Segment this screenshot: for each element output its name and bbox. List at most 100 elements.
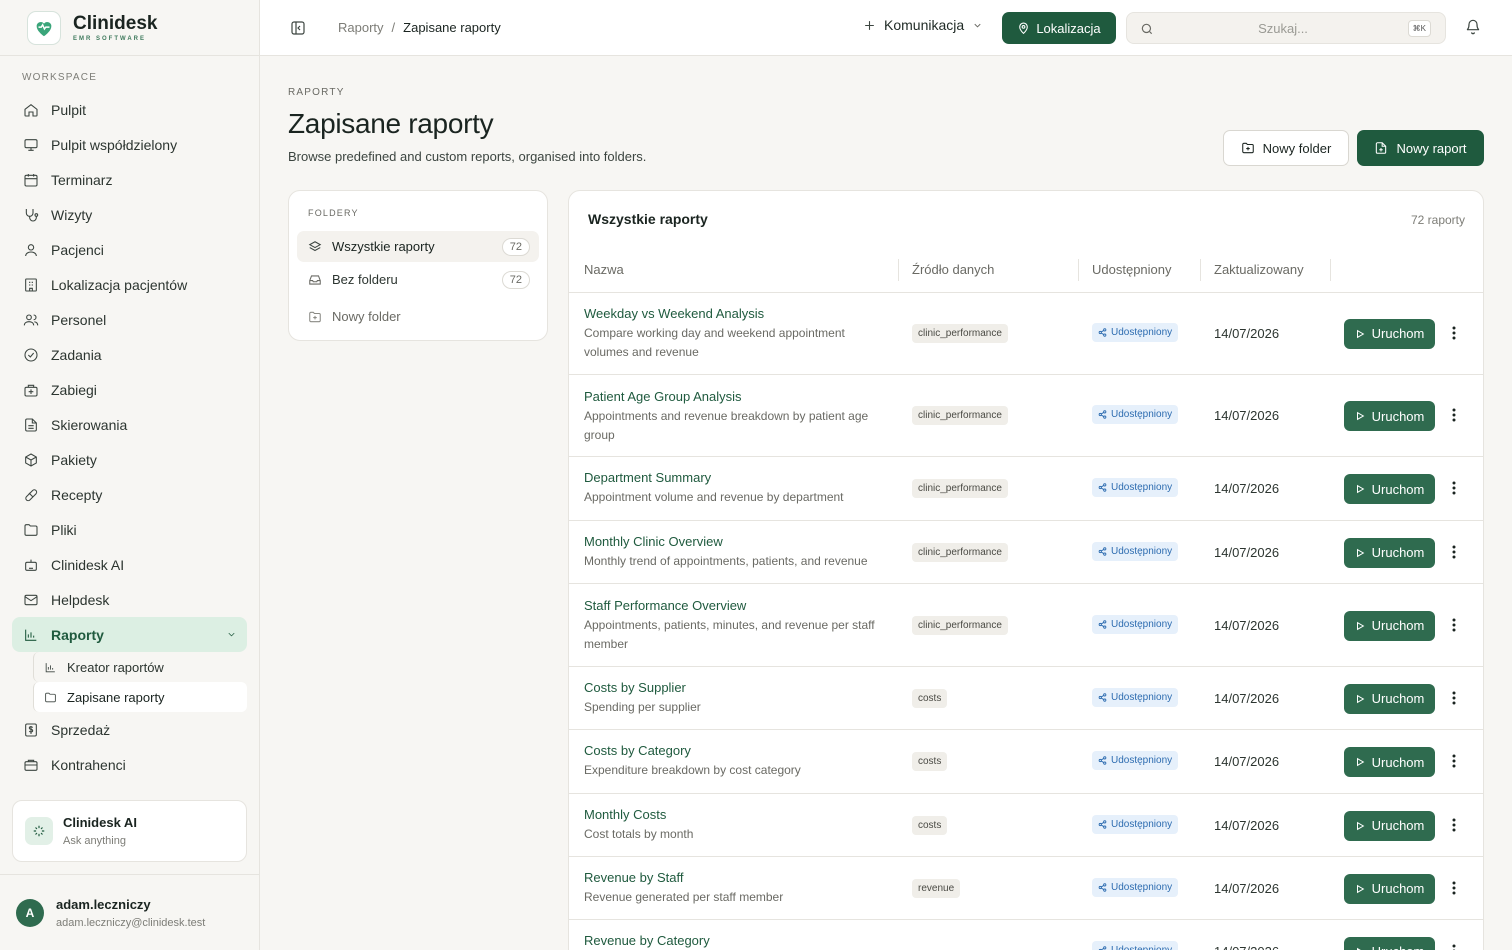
report-name[interactable]: Department Summary bbox=[584, 470, 711, 485]
run-report-button[interactable]: Uruchom bbox=[1344, 318, 1435, 349]
run-report-button[interactable]: Uruchom bbox=[1344, 810, 1435, 841]
breadcrumb-parent[interactable]: Raporty bbox=[338, 20, 384, 35]
sidebar-item-pacjenci[interactable]: Pacjenci bbox=[12, 232, 247, 267]
run-label: Uruchom bbox=[1371, 881, 1425, 896]
report-name[interactable]: Weekday vs Weekend Analysis bbox=[584, 306, 764, 321]
run-report-button[interactable]: Uruchom bbox=[1344, 537, 1435, 568]
table-row[interactable]: Monthly Costs Cost totals by month costs… bbox=[569, 794, 1483, 857]
more-vertical-icon[interactable] bbox=[1447, 943, 1461, 950]
sidebar-item-pulpit[interactable]: Pulpit bbox=[12, 92, 247, 127]
sidebar-subitem-report-builder[interactable]: Kreator raportów bbox=[33, 652, 247, 682]
communication-menu[interactable]: Komunikacja bbox=[863, 17, 983, 33]
more-vertical-icon[interactable] bbox=[1447, 480, 1461, 496]
table-row[interactable]: Costs by Supplier Spending per supplier … bbox=[569, 667, 1483, 730]
run-label: Uruchom bbox=[1371, 818, 1425, 833]
updated-date: 14/07/2026 bbox=[1214, 481, 1280, 496]
sidebar-item-pliki[interactable]: Pliki bbox=[12, 512, 247, 547]
table-row[interactable]: Revenue by Category Udostępniony 14/07/2… bbox=[569, 920, 1483, 950]
column-header-name[interactable]: Nazwa bbox=[584, 262, 624, 277]
table-row[interactable]: Weekday vs Weekend Analysis Compare work… bbox=[569, 292, 1483, 375]
reports-table: Wszystkie raporty 72 raporty Nazwa Źródł… bbox=[568, 190, 1484, 950]
table-row[interactable]: Patient Age Group Analysis Appointments … bbox=[569, 375, 1483, 457]
more-vertical-icon[interactable] bbox=[1447, 690, 1461, 706]
column-header-source[interactable]: Źródło danych bbox=[912, 262, 994, 277]
more-vertical-icon[interactable] bbox=[1447, 544, 1461, 560]
more-vertical-icon[interactable] bbox=[1447, 753, 1461, 769]
data-source-tag: clinic_performance bbox=[912, 542, 1008, 562]
home-icon bbox=[24, 103, 38, 117]
more-vertical-icon[interactable] bbox=[1447, 817, 1461, 833]
table-row[interactable]: Revenue by Staff Revenue generated per s… bbox=[569, 857, 1483, 920]
folder-no-folder[interactable]: Bez folderu 72 bbox=[297, 264, 539, 295]
sidebar-item-raporty[interactable]: Raporty bbox=[12, 617, 247, 652]
run-report-button[interactable]: Uruchom bbox=[1344, 873, 1435, 904]
sidebar-item-label: Pulpit współdzielony bbox=[51, 136, 178, 153]
report-name[interactable]: Costs by Supplier bbox=[584, 680, 686, 695]
sidebar-item-terminarz[interactable]: Terminarz bbox=[12, 162, 247, 197]
briefcase-icon bbox=[24, 759, 38, 771]
sidebar-item-skierowania[interactable]: Skierowania bbox=[12, 407, 247, 442]
sidebar-item-zabiegi[interactable]: Zabiegi bbox=[12, 372, 247, 407]
sidebar-subitem-label: Kreator raportów bbox=[67, 659, 164, 675]
table-row[interactable]: Staff Performance Overview Appointments,… bbox=[569, 584, 1483, 667]
more-vertical-icon[interactable] bbox=[1447, 407, 1461, 423]
sidebar-item-zadania[interactable]: Zadania bbox=[12, 337, 247, 372]
run-report-button[interactable]: Uruchom bbox=[1344, 936, 1435, 950]
ai-assistant-card[interactable]: Clinidesk AI Ask anything bbox=[12, 800, 247, 862]
data-source-tag: clinic_performance bbox=[912, 323, 1008, 343]
run-report-button[interactable]: Uruchom bbox=[1344, 683, 1435, 714]
report-name[interactable]: Revenue by Staff bbox=[584, 870, 684, 885]
folder-all-reports[interactable]: Wszystkie raporty 72 bbox=[297, 231, 539, 262]
column-header-shared[interactable]: Udostępniony bbox=[1092, 262, 1172, 277]
share-icon bbox=[1098, 692, 1107, 702]
ai-card-title: Clinidesk AI bbox=[63, 815, 137, 830]
report-name[interactable]: Costs by Category bbox=[584, 743, 691, 758]
play-icon bbox=[1356, 548, 1364, 557]
new-report-button[interactable]: Nowy raport bbox=[1357, 130, 1484, 166]
brand[interactable]: Clinidesk EMR SOFTWARE bbox=[0, 0, 259, 56]
sidebar-item-pakiety[interactable]: Pakiety bbox=[12, 442, 247, 477]
run-report-button[interactable]: Uruchom bbox=[1344, 401, 1435, 431]
sidebar-item-pulpit-współdzielony[interactable]: Pulpit współdzielony bbox=[12, 127, 247, 162]
sidebar-subitem-saved-reports[interactable]: Zapisane raporty bbox=[33, 682, 247, 712]
sidebar-item-wizyty[interactable]: Wizyty bbox=[12, 197, 247, 232]
sidebar-item-kontrahenci[interactable]: Kontrahenci bbox=[12, 747, 247, 782]
bell-icon[interactable] bbox=[1465, 19, 1481, 38]
search-box[interactable]: ⌘K bbox=[1126, 12, 1446, 44]
column-header-updated[interactable]: Zaktualizowany bbox=[1214, 262, 1304, 277]
report-name[interactable]: Monthly Costs bbox=[584, 807, 666, 822]
data-source-tag: revenue bbox=[912, 878, 961, 898]
run-report-button[interactable]: Uruchom bbox=[1344, 474, 1435, 504]
more-vertical-icon[interactable] bbox=[1447, 617, 1461, 633]
table-row[interactable]: Department Summary Appointment volume an… bbox=[569, 457, 1483, 521]
file-plus-icon bbox=[1376, 142, 1387, 154]
sidebar-item-personel[interactable]: Personel bbox=[12, 302, 247, 337]
sidebar-item-sprzedaż[interactable]: Sprzedaż bbox=[12, 712, 247, 747]
report-name[interactable]: Patient Age Group Analysis bbox=[584, 389, 742, 404]
updated-date: 14/07/2026 bbox=[1214, 817, 1280, 833]
sidebar-toggle-icon[interactable] bbox=[290, 20, 306, 36]
location-button[interactable]: Lokalizacja bbox=[1002, 12, 1116, 44]
run-report-button[interactable]: Uruchom bbox=[1344, 610, 1435, 641]
report-name[interactable]: Staff Performance Overview bbox=[584, 598, 746, 613]
sidebar-item-label: Lokalizacja pacjentów bbox=[51, 276, 188, 293]
report-name[interactable]: Monthly Clinic Overview bbox=[584, 534, 723, 549]
sidebar-item-lokalizacja-pacjentów[interactable]: Lokalizacja pacjentów bbox=[12, 267, 247, 302]
more-vertical-icon[interactable] bbox=[1447, 880, 1461, 896]
shared-badge: Udostępniony bbox=[1092, 405, 1179, 424]
play-icon bbox=[1356, 621, 1364, 630]
new-folder-button[interactable]: Nowy folder bbox=[1223, 130, 1349, 166]
sidebar-item-clinidesk-ai[interactable]: Clinidesk AI bbox=[12, 547, 247, 582]
updated-date: 14/07/2026 bbox=[1214, 408, 1280, 423]
run-report-button[interactable]: Uruchom bbox=[1344, 747, 1435, 777]
report-description: Spending per supplier bbox=[584, 700, 701, 714]
sidebar-item-helpdesk[interactable]: Helpdesk bbox=[12, 582, 247, 617]
report-name[interactable]: Revenue by Category bbox=[584, 933, 710, 948]
table-row[interactable]: Costs by Category Expenditure breakdown … bbox=[569, 730, 1483, 794]
new-folder-link[interactable]: Nowy folder bbox=[297, 301, 539, 332]
sidebar-item-recepty[interactable]: Recepty bbox=[12, 477, 247, 512]
more-vertical-icon[interactable] bbox=[1447, 325, 1461, 341]
user-profile[interactable]: A adam.leczniczy adam.leczniczy@clinides… bbox=[0, 874, 259, 950]
search-input[interactable] bbox=[1163, 19, 1403, 37]
table-row[interactable]: Monthly Clinic Overview Monthly trend of… bbox=[569, 521, 1483, 584]
